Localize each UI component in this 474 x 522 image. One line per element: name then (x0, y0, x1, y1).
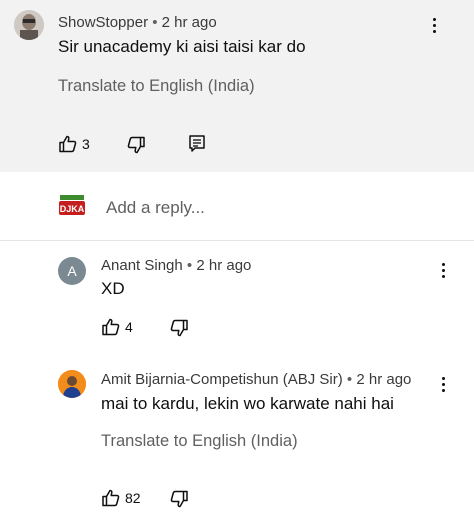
comment-author-line: ShowStopper • 2 hr ago (58, 14, 217, 31)
comment-time: 2 hr ago (161, 14, 217, 31)
reply-button[interactable] (188, 134, 206, 154)
like-button[interactable] (101, 317, 121, 337)
dislike-button[interactable] (126, 135, 146, 155)
separator-dot: • (186, 257, 193, 274)
dislike-button[interactable] (169, 489, 189, 509)
more-options-icon[interactable] (442, 377, 446, 392)
thumbs-up-icon (102, 489, 120, 507)
like-count: 4 (125, 319, 133, 335)
thumbs-up-icon (102, 318, 120, 336)
reply-author[interactable]: Amit Bijarnia-Competishun (ABJ Sir) (101, 371, 343, 388)
comment-text: Sir unacademy ki aisi taisi kar do (58, 37, 306, 56)
add-reply-input[interactable]: Add a reply... (106, 198, 205, 218)
like-button[interactable] (58, 134, 78, 154)
reply-author-line: Anant Singh • 2 hr ago (101, 257, 251, 274)
more-options-icon[interactable] (433, 18, 437, 33)
translate-link[interactable]: Translate to English (India) (101, 432, 298, 451)
like-button[interactable] (101, 488, 121, 508)
reply-comment-icon (189, 135, 205, 152)
reply-time: 2 hr ago (356, 371, 412, 388)
section-divider (0, 240, 474, 241)
reply-text: XD (101, 279, 125, 298)
thumbs-down-icon (170, 490, 188, 508)
translate-link[interactable]: Translate to English (India) (58, 77, 255, 96)
thumbs-up-icon (59, 135, 77, 153)
reply-text: mai to kardu, lekin wo karwate nahi hai (101, 394, 394, 413)
separator-dot: • (346, 371, 353, 388)
dislike-button[interactable] (169, 318, 189, 338)
reply-time: 2 hr ago (196, 257, 252, 274)
add-reply-row[interactable]: DJKA Add a reply... (0, 172, 474, 240)
reply-author-line: Amit Bijarnia-Competishun (ABJ Sir) • 2 … (101, 371, 411, 388)
separator-dot: • (152, 14, 158, 31)
user-avatar: DJKA (58, 192, 86, 220)
like-count: 82 (125, 490, 141, 506)
reply-author[interactable]: Anant Singh (101, 257, 183, 274)
commenter-avatar[interactable] (14, 10, 44, 40)
reply-avatar[interactable]: A (58, 257, 86, 285)
avatar-logo-text: DJKA (60, 204, 85, 214)
reply-avatar[interactable] (58, 370, 86, 398)
more-options-icon[interactable] (442, 263, 446, 278)
like-count: 3 (82, 136, 90, 152)
thumbs-down-icon (170, 319, 188, 337)
highlighted-comment: ShowStopper • 2 hr ago Sir unacademy ki … (0, 0, 474, 172)
avatar-letter: A (67, 263, 77, 279)
comment-author[interactable]: ShowStopper (58, 14, 148, 31)
thumbs-down-icon (127, 136, 145, 154)
